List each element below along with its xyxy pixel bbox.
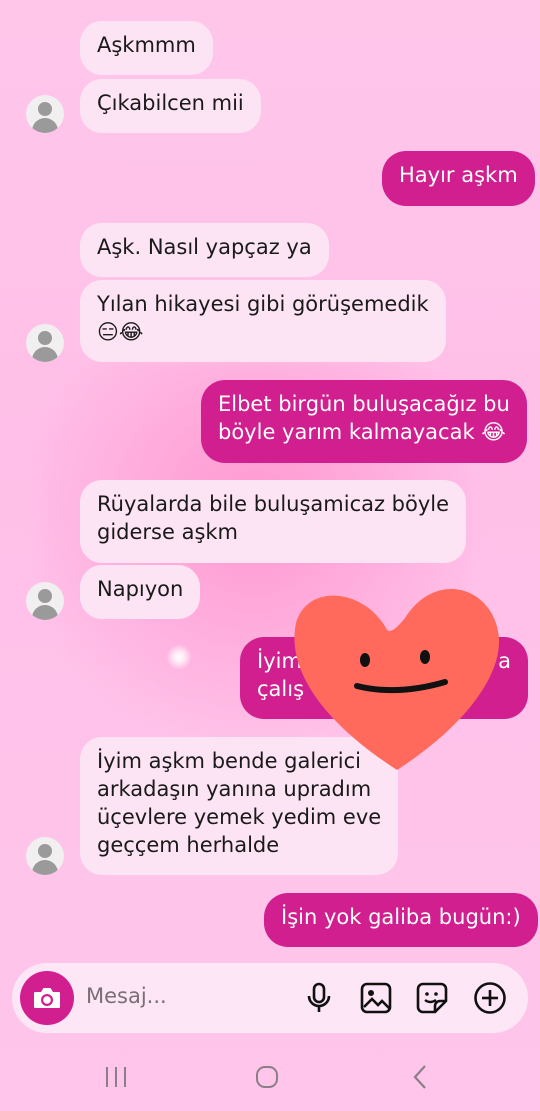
home-icon bbox=[256, 1066, 278, 1088]
message-text-line: üçevlere yemek yedim eve bbox=[97, 805, 382, 829]
avatar[interactable] bbox=[26, 837, 64, 875]
heart-sticker[interactable] bbox=[287, 578, 505, 778]
message-text: İşin yok galiba bugün:) bbox=[281, 905, 521, 929]
background-sparkle bbox=[166, 644, 192, 670]
message-emoji: 😑😂 bbox=[97, 320, 144, 344]
sticker-button[interactable] bbox=[414, 980, 450, 1016]
message-text: Çıkabilcen mii bbox=[97, 91, 244, 115]
message-outgoing[interactable]: İşin yok galiba bugün:) bbox=[264, 893, 538, 947]
back-icon bbox=[413, 1065, 426, 1089]
message-incoming[interactable]: Rüyalarda bile buluşamicaz böyle giderse… bbox=[80, 480, 467, 563]
message-text-line: giderse aşkm bbox=[97, 520, 239, 544]
message-incoming[interactable]: Aşk. Nasıl yapçaz ya bbox=[80, 223, 329, 277]
message-input[interactable]: Mesaj... bbox=[86, 984, 167, 1008]
message-outgoing[interactable]: Elbet birgün buluşacağız bu böyle yarım … bbox=[201, 380, 527, 463]
avatar[interactable] bbox=[26, 582, 64, 620]
home-button[interactable] bbox=[247, 1062, 287, 1092]
message-text: Hayır aşkm bbox=[399, 163, 518, 187]
message-text: Aşk. Nasıl yapçaz ya bbox=[97, 235, 312, 259]
microphone-icon bbox=[307, 982, 331, 1012]
system-navigation-bar bbox=[0, 1040, 540, 1111]
message-incoming[interactable]: Çıkabilcen mii bbox=[80, 79, 261, 133]
message-text-line: Elbet birgün buluşacağız bu bbox=[218, 392, 510, 416]
message-text-line: Yılan hikayesi gibi görüşemedik bbox=[97, 292, 429, 316]
message-incoming[interactable]: Aşkmmm bbox=[80, 21, 213, 75]
microphone-button[interactable] bbox=[301, 980, 337, 1016]
recents-icon bbox=[106, 1067, 126, 1087]
camera-icon bbox=[34, 988, 60, 1008]
image-icon bbox=[360, 982, 392, 1014]
recents-button[interactable] bbox=[96, 1062, 136, 1092]
message-text-line: geççem herhalde bbox=[97, 833, 280, 857]
message-incoming[interactable]: Napıyon bbox=[80, 565, 201, 619]
message-incoming[interactable]: Yılan hikayesi gibi görüşemedik 😑😂 bbox=[80, 280, 446, 362]
message-text-line: Rüyalarda bile buluşamicaz böyle bbox=[97, 492, 450, 516]
avatar[interactable] bbox=[26, 95, 64, 133]
plus-icon bbox=[474, 982, 506, 1014]
message-text: Aşkmmm bbox=[97, 33, 196, 57]
message-text: Napıyon bbox=[97, 577, 184, 601]
camera-button[interactable] bbox=[20, 971, 74, 1025]
message-text-line: böyle yarım kalmayacak 😂 bbox=[218, 420, 506, 444]
avatar[interactable] bbox=[26, 324, 64, 362]
sticker-icon bbox=[416, 982, 448, 1014]
back-button[interactable] bbox=[400, 1062, 440, 1092]
message-composer: Mesaj... bbox=[12, 963, 528, 1033]
gallery-button[interactable] bbox=[358, 980, 394, 1016]
message-outgoing[interactable]: Hayır aşkm bbox=[382, 151, 535, 206]
message-text-line: arkadaşın yanına upradım bbox=[97, 777, 372, 801]
more-button[interactable] bbox=[472, 980, 508, 1016]
